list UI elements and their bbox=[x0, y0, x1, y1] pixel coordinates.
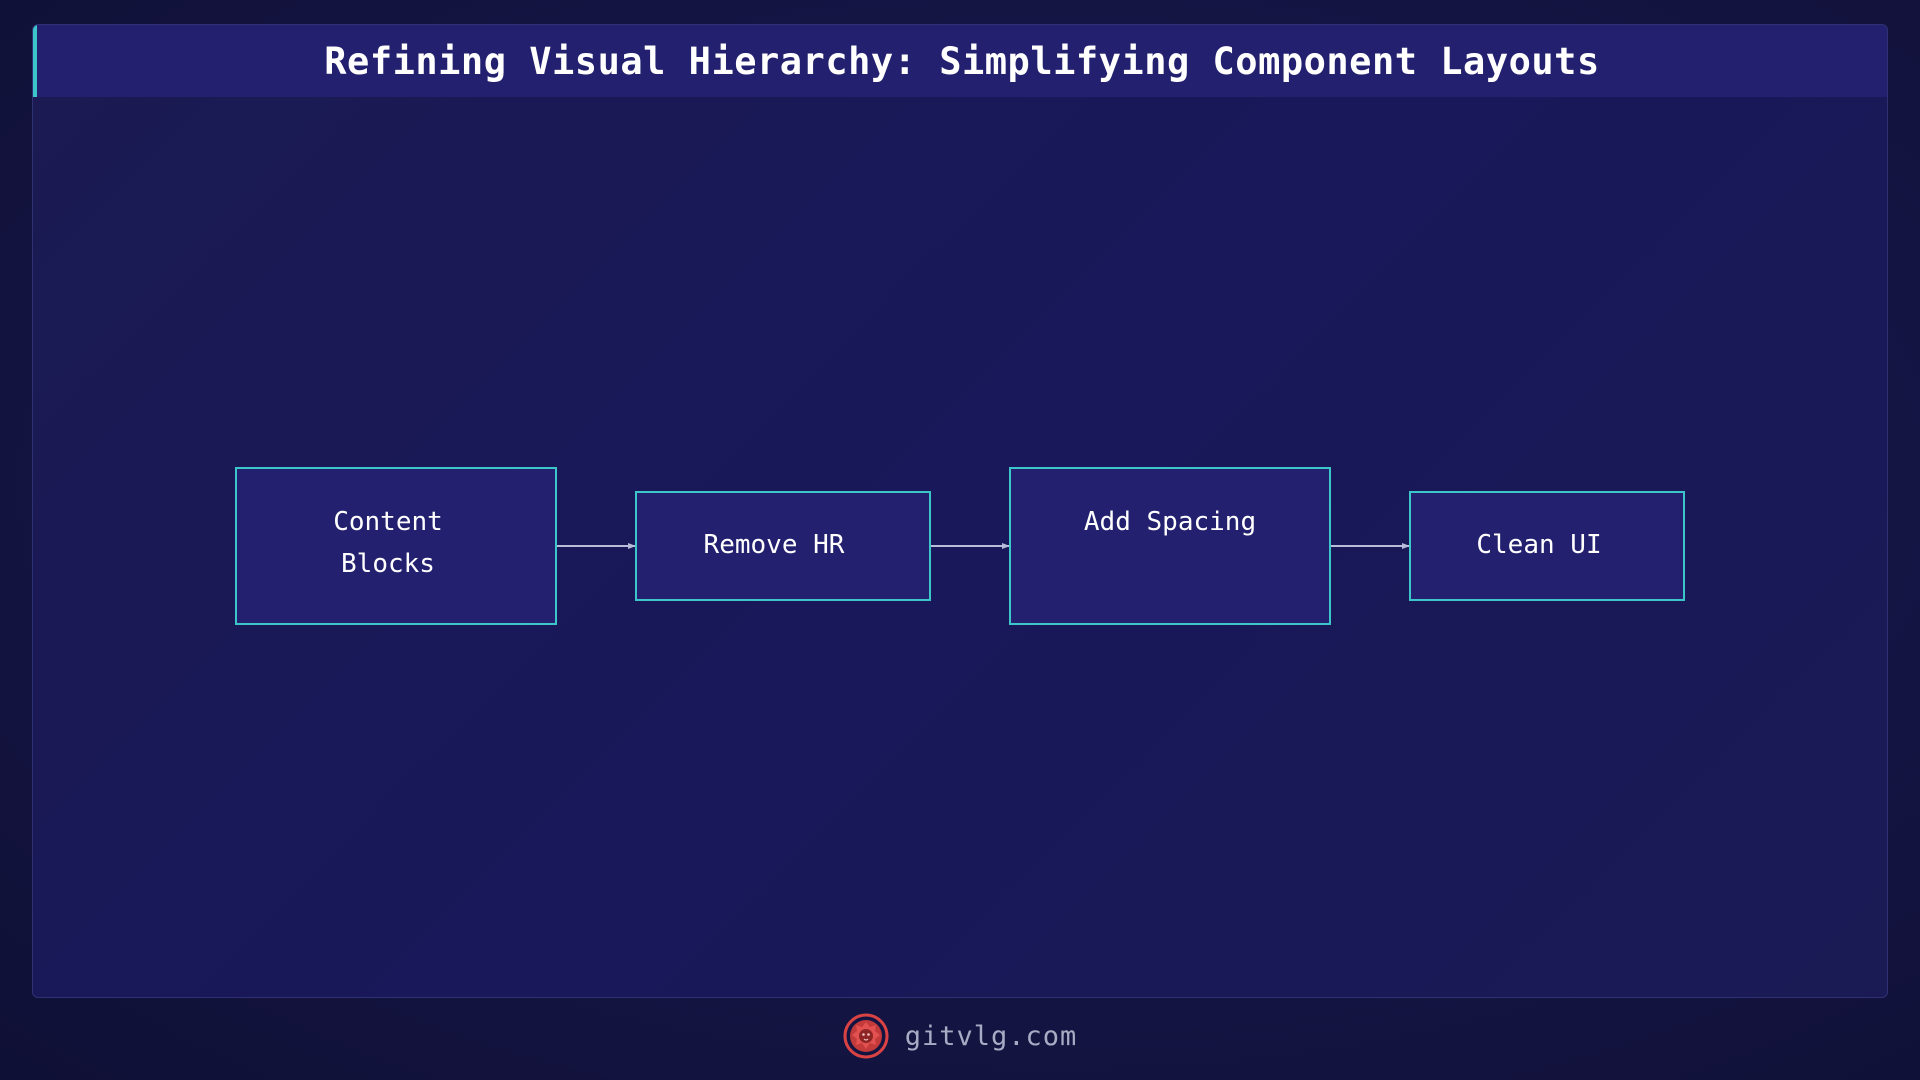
node-label: Content Blocks bbox=[333, 507, 443, 579]
footer-site-link[interactable]: gitvlg.com bbox=[905, 1021, 1078, 1052]
title-bar: Refining Visual Hierarchy: Simplifying C… bbox=[33, 25, 1887, 97]
node-label: Clean UI bbox=[1476, 530, 1602, 560]
page-title: Refining Visual Hierarchy: Simplifying C… bbox=[324, 39, 1600, 83]
node-clean-ui: Clean UI bbox=[1409, 491, 1685, 601]
page: Refining Visual Hierarchy: Simplifying C… bbox=[0, 0, 1920, 1080]
node-content-blocks: Content Blocks bbox=[235, 467, 557, 625]
node-add-spacing: Add Spacing bbox=[1009, 467, 1331, 625]
node-label: Add Spacing bbox=[1083, 507, 1257, 537]
node-remove-hr: Remove HR bbox=[635, 491, 931, 601]
footer: gitvlg.com bbox=[0, 1008, 1920, 1064]
node-label: Remove HR bbox=[703, 530, 845, 560]
lion-head-icon bbox=[843, 1013, 889, 1059]
